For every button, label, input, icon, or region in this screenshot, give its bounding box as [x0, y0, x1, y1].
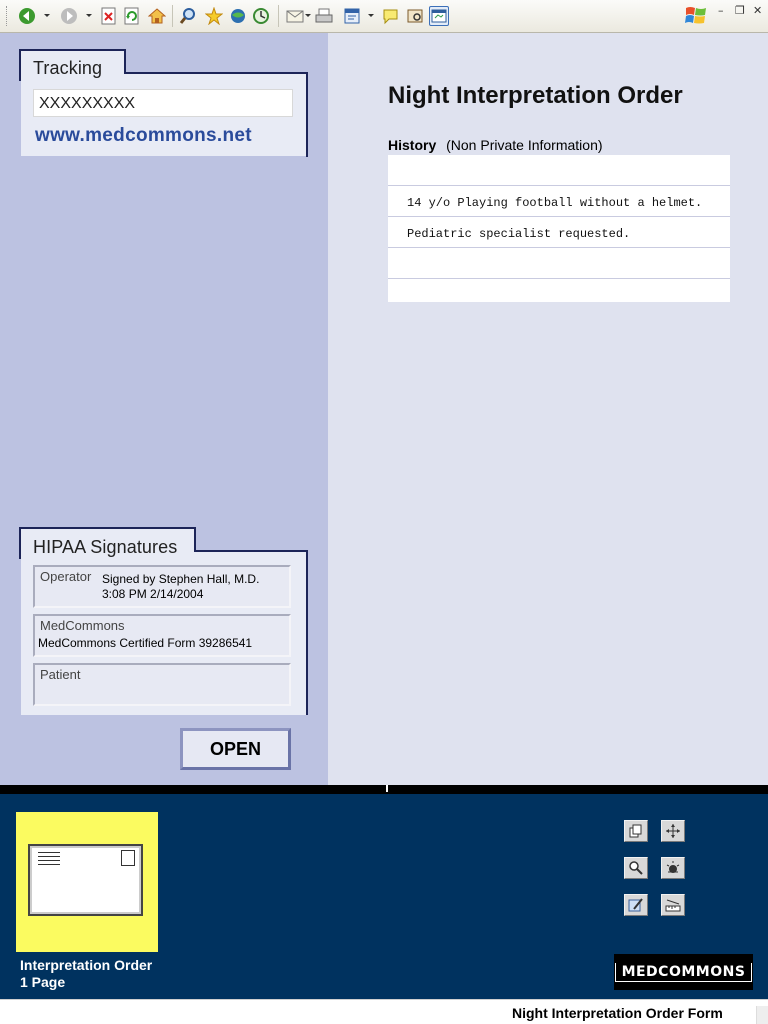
windows-logo-icon: [684, 4, 708, 28]
medcommons-certified-form: MedCommons Certified Form 39286541: [38, 636, 253, 650]
annotate-icon[interactable]: [624, 894, 648, 916]
form-title: Night Interpretation Order Form: [512, 1005, 723, 1021]
mail-dropdown-icon[interactable]: [305, 14, 311, 17]
restore-icon[interactable]: ❐: [735, 4, 745, 17]
zoom-icon[interactable]: [624, 857, 648, 879]
stop-icon[interactable]: [99, 6, 119, 26]
history-table: 14 y/o Playing football without a helmet…: [388, 155, 730, 302]
back-dropdown-icon[interactable]: [44, 14, 50, 17]
patient-signature-box[interactable]: Patient: [33, 663, 291, 706]
order-title: Night Interpretation Order: [388, 82, 683, 109]
patient-label: Patient: [40, 667, 81, 682]
thumbnail-lines-icon: [38, 852, 60, 868]
medcommons-label: MedCommons: [40, 618, 125, 633]
history-row: [388, 248, 730, 279]
toolbar-separator: [278, 5, 279, 27]
measure-icon[interactable]: [661, 894, 685, 916]
thumbnail-page-preview: [28, 844, 143, 916]
order-panel: Night Interpretation Order History (Non …: [328, 33, 768, 785]
history-icon[interactable]: [251, 6, 271, 26]
operator-timestamp: 3:08 PM 2/14/2004: [102, 587, 204, 601]
research-icon[interactable]: [405, 6, 425, 26]
thumbnail-box-icon: [121, 850, 135, 866]
back-icon[interactable]: [17, 6, 37, 26]
edit-dropdown-icon[interactable]: [368, 14, 374, 17]
toolbar-separator: [172, 5, 173, 27]
mail-icon[interactable]: [285, 6, 305, 26]
operator-signature-box: Operator Signed by Stephen Hall, M.D. 3:…: [33, 565, 291, 608]
copy-icon[interactable]: [624, 820, 648, 842]
media-icon[interactable]: [228, 6, 248, 26]
divider-marker: [386, 785, 388, 792]
left-panel: Tracking XXXXXXXXX www.medcommons.net HI…: [0, 33, 328, 785]
medcommons-url-link[interactable]: www.medcommons.net: [35, 125, 252, 147]
operator-signed-by: Signed by Stephen Hall, M.D.: [102, 572, 260, 586]
history-row: [388, 279, 730, 302]
edit-icon[interactable]: [342, 6, 362, 26]
pan-icon[interactable]: [661, 820, 685, 842]
search-icon[interactable]: [178, 6, 198, 26]
open-button[interactable]: OPEN: [180, 728, 291, 770]
history-heading: History (Non Private Information): [388, 137, 603, 153]
hipaa-title: HIPAA Signatures: [33, 537, 178, 557]
history-label: History: [388, 137, 437, 153]
brightness-icon[interactable]: [661, 857, 685, 879]
toolbar-grip[interactable]: [6, 6, 9, 26]
scroll-down-icon[interactable]: [756, 1006, 768, 1024]
page-thumbnail[interactable]: [16, 812, 158, 952]
history-row: 14 y/o Playing football without a helmet…: [388, 186, 730, 217]
close-icon[interactable]: ✕: [753, 4, 762, 17]
favorites-icon[interactable]: [204, 6, 224, 26]
minimize-icon[interactable]: –: [718, 4, 724, 17]
discuss-icon[interactable]: [381, 6, 401, 26]
forward-icon[interactable]: [59, 6, 79, 26]
browser-toolbar: – ❐ ✕: [0, 0, 768, 33]
home-icon[interactable]: [147, 6, 167, 26]
history-row: Pediatric specialist requested.: [388, 217, 730, 248]
medcommons-signature-box: MedCommons MedCommons Certified Form 392…: [33, 614, 291, 657]
forward-dropdown-icon[interactable]: [86, 14, 92, 17]
section-divider: [0, 785, 768, 794]
print-icon[interactable]: [314, 6, 334, 26]
history-row: [388, 155, 730, 186]
medcommons-logo: MEDCOMMONS: [614, 954, 753, 990]
refresh-icon[interactable]: [122, 6, 142, 26]
status-footer: Night Interpretation Order Form: [0, 999, 768, 1024]
thumbnail-page-count: 1 Page: [20, 974, 66, 990]
document-strip: Interpretation Order 1 Page MEDCOMMONS: [0, 794, 768, 999]
tracking-number-field[interactable]: XXXXXXXXX: [33, 89, 293, 117]
thumbnail-title: Interpretation Order: [20, 957, 153, 973]
operator-label: Operator: [40, 569, 92, 584]
history-note: (Non Private Information): [446, 137, 603, 153]
messenger-icon[interactable]: [429, 6, 449, 26]
logo-text: MEDCOMMONS: [614, 962, 753, 982]
tracking-title: Tracking: [33, 58, 103, 78]
